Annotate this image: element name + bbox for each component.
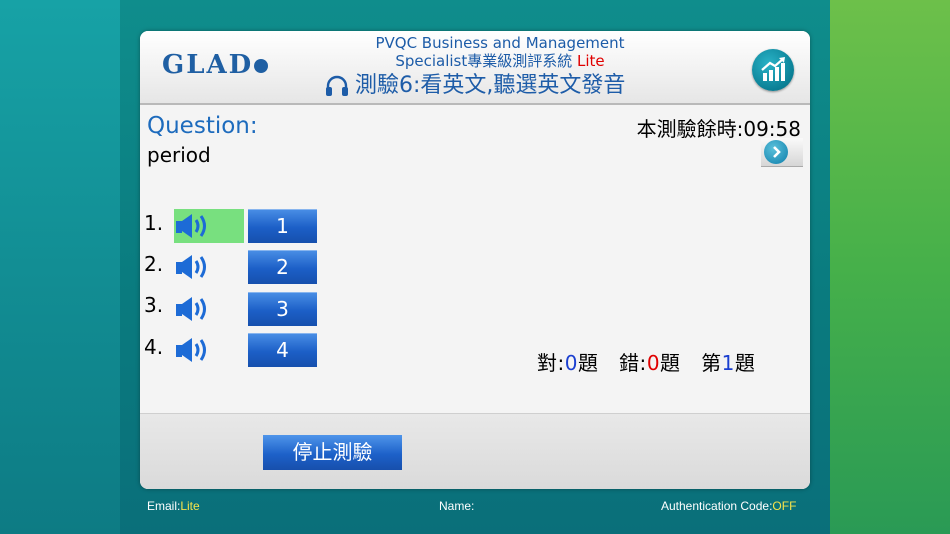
- wrong-count: 0: [646, 351, 661, 375]
- background-left: [0, 0, 120, 534]
- option-number-4: 4.: [144, 335, 164, 359]
- correct-count: 0: [564, 351, 578, 375]
- background-right: [830, 0, 950, 534]
- email-value: Lite: [180, 499, 200, 513]
- stop-test-button[interactable]: 停止測驗: [263, 435, 402, 470]
- speaker-icon: [176, 214, 206, 238]
- bottom-bar: 停止測驗: [140, 413, 810, 489]
- footer-auth: Authentication Code:OFF: [661, 499, 797, 513]
- question-no: 1: [721, 351, 735, 375]
- correct-label: 對:: [537, 351, 565, 375]
- answer-button-4[interactable]: 4: [248, 333, 317, 367]
- play-audio-button-1[interactable]: [174, 209, 244, 243]
- glad-logo: GLAD: [162, 50, 269, 80]
- question-no-label: 第: [701, 351, 722, 375]
- answer-button-1[interactable]: 1: [248, 209, 317, 243]
- chevron-right-icon: [764, 140, 788, 164]
- option-number-1: 1.: [144, 211, 164, 235]
- lite-badge: Lite: [577, 52, 605, 70]
- headphones-icon: [326, 75, 348, 96]
- question-label: Question:: [147, 113, 258, 139]
- speaker-icon: [176, 297, 206, 321]
- answer-button-2[interactable]: 2: [248, 250, 317, 284]
- chart-up-icon: [761, 57, 785, 81]
- statistics-button[interactable]: [752, 49, 794, 91]
- footer-email: Email:Lite: [147, 499, 200, 513]
- speaker-icon: [176, 338, 206, 362]
- next-question-button[interactable]: [761, 138, 803, 167]
- app-title-line2: Specialist專業級測評系統 Lite: [395, 52, 605, 70]
- app-title-line1: PVQC Business and Management: [375, 34, 625, 52]
- score-summary: 對:0題 錯:0題 第1題: [537, 347, 755, 376]
- logo-globe-icon: [254, 59, 269, 73]
- question-no-unit: 題: [734, 351, 756, 375]
- correct-unit: 題: [577, 351, 599, 375]
- answer-button-3[interactable]: 3: [248, 292, 317, 326]
- auth-value: OFF: [772, 499, 797, 513]
- play-audio-button-4[interactable]: [174, 333, 244, 367]
- header: GLAD PVQC Business and Management Specia…: [140, 31, 810, 105]
- question-word: period: [147, 143, 211, 167]
- main-panel: GLAD PVQC Business and Management Specia…: [140, 31, 810, 489]
- play-audio-button-2[interactable]: [174, 250, 244, 284]
- test-title: 測驗6:看英文,聽選英文發音: [325, 72, 685, 100]
- wrong-unit: 題: [660, 351, 681, 375]
- footer-name: Name:: [439, 499, 475, 513]
- option-number-2: 2.: [144, 252, 164, 276]
- option-number-3: 3.: [144, 293, 164, 317]
- play-audio-button-3[interactable]: [174, 292, 244, 326]
- wrong-label: 錯:: [619, 351, 647, 375]
- speaker-icon: [176, 255, 206, 279]
